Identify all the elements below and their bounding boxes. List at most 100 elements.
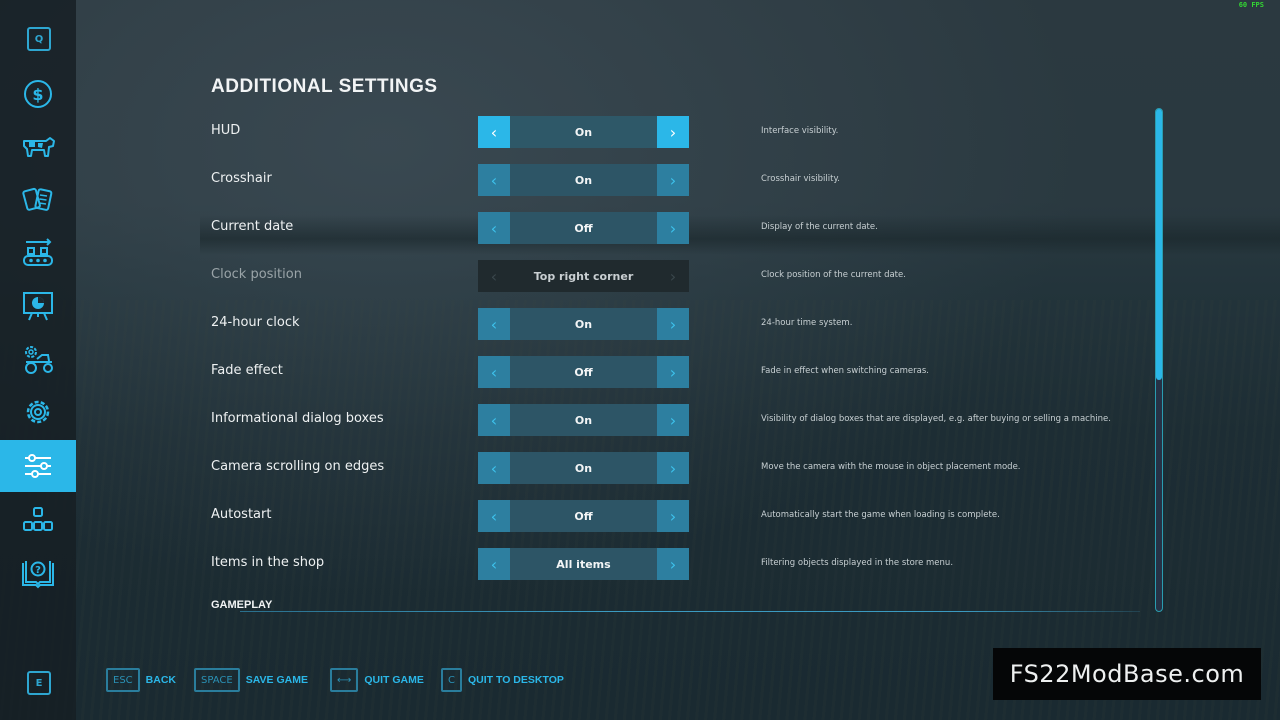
setting-row-current-date: Current date ‹ Off › Display of the current …	[211, 212, 1131, 244]
setting-value: Top right corner	[533, 269, 634, 283]
setting-row-fade-effect: Fade effect ‹ Off › Fade in effect when swit…	[211, 356, 1131, 388]
setting-description: Visibility of dialog boxes that are disp…	[761, 414, 1111, 424]
sidebar-item-production[interactable]	[0, 227, 76, 279]
scrollbar-thumb[interactable]	[1156, 109, 1162, 380]
setting-description: Crosshair visibility.	[761, 174, 840, 184]
chevron-left-icon[interactable]: ‹	[478, 308, 510, 340]
quit-game-label: QUIT GAME	[364, 674, 424, 686]
setting-value: Off	[574, 221, 593, 235]
chevron-right-icon[interactable]: ›	[657, 356, 689, 388]
setting-description: Fade in effect when switching cameras.	[761, 366, 929, 376]
save-game-label: SAVE GAME	[245, 674, 308, 686]
setting-label: Informational dialog boxes	[211, 411, 384, 426]
svg-text:?: ?	[35, 565, 41, 576]
setting-description: Filtering objects displayed in the store…	[761, 558, 954, 568]
chevron-right-icon[interactable]: ›	[657, 116, 689, 148]
chevron-left-icon[interactable]: ‹	[478, 548, 510, 580]
back-label: BACK	[145, 674, 176, 686]
chevron-left-icon[interactable]: ‹	[478, 116, 510, 148]
chevron-right-icon[interactable]: ›	[657, 500, 689, 532]
setting-description: Automatically start the game when loadin…	[761, 510, 1000, 520]
chevron-left-icon[interactable]: ‹	[478, 356, 510, 388]
setting-label: Crosshair	[211, 171, 272, 186]
production-icon	[23, 238, 53, 266]
space-key: SPACE	[194, 668, 240, 692]
setting-label: Autostart	[211, 507, 272, 522]
setting-selector[interactable]: ‹ Off ›	[478, 500, 689, 532]
setting-label: HUD	[211, 123, 241, 138]
esc-key: ESC	[106, 668, 140, 692]
setting-row-items-in-the-shop: Items in the shop ‹ All items › Filtering ob…	[211, 548, 1131, 580]
sidebar-item-finances[interactable]: $	[0, 68, 76, 120]
setting-selector[interactable]: ‹ All items ›	[478, 548, 689, 580]
sidebar-item-game-settings[interactable]	[0, 333, 76, 385]
chevron-right-icon[interactable]: ›	[657, 212, 689, 244]
sidebar-item-statistics[interactable]	[0, 280, 76, 332]
sidebar-item-additional-settings[interactable]	[0, 440, 76, 492]
sidebar-item-help[interactable]: ?	[0, 547, 76, 599]
quit-to-desktop-button[interactable]: C QUIT TO DESKTOP	[441, 668, 564, 692]
contracts-icon	[22, 187, 53, 211]
setting-value: Off	[574, 365, 593, 379]
setting-row-clock-position: Clock position ‹ Top right corner › Clock po…	[211, 260, 1131, 292]
help-book-icon: ?	[22, 561, 54, 589]
sidebar-item-contracts[interactable]	[0, 174, 76, 226]
prev-page-key[interactable]: Q	[27, 27, 51, 51]
setting-description: Interface visibility.	[761, 126, 839, 136]
setting-value: On	[510, 116, 657, 148]
chevron-left-icon[interactable]: ‹	[478, 404, 510, 436]
setting-label: Current date	[211, 219, 294, 234]
chevron-left-icon[interactable]: ‹	[478, 500, 510, 532]
backspace-key: ⟷	[330, 668, 359, 692]
setting-selector[interactable]: ‹ Off ›	[478, 212, 689, 244]
setting-value: On	[574, 413, 593, 427]
scrollbar[interactable]	[1155, 108, 1163, 612]
setting-value: All items	[556, 557, 611, 571]
chevron-right-icon[interactable]: ›	[657, 164, 689, 196]
save-game-button[interactable]: SPACE SAVE GAME	[194, 668, 308, 692]
chevron-left-icon[interactable]: ‹	[478, 164, 510, 196]
setting-selector[interactable]: ‹ Off ›	[478, 356, 689, 388]
setting-selector[interactable]: ‹ On ›	[478, 452, 689, 484]
setting-row-informational-dialog-boxes: Informational dialog boxes ‹ On › Visibility…	[211, 404, 1131, 436]
cow-icon	[23, 137, 55, 157]
setting-label: Camera scrolling on edges	[211, 459, 385, 474]
chevron-right-icon[interactable]: ›	[657, 308, 689, 340]
section-header-gameplay: GAMEPLAY	[211, 599, 273, 611]
sidebar-item-controls[interactable]	[0, 494, 76, 546]
chevron-right-icon[interactable]: ›	[657, 548, 689, 580]
chevron-right-icon[interactable]: ›	[657, 404, 689, 436]
dollar-icon: $	[24, 80, 52, 108]
setting-value: On	[574, 461, 593, 475]
chevron-right-icon: ›	[657, 260, 689, 292]
quit-to-desktop-label: QUIT TO DESKTOP	[467, 674, 564, 686]
sidebar-item-animals[interactable]	[0, 121, 76, 173]
sliders-icon	[25, 454, 51, 478]
back-button[interactable]: ESC BACK	[106, 668, 176, 692]
setting-selector[interactable]: ‹ On ›	[478, 164, 689, 196]
setting-label: Items in the shop	[211, 555, 325, 570]
setting-selector[interactable]: ‹ On ›	[478, 404, 689, 436]
gear-icon	[26, 400, 50, 424]
quit-game-button[interactable]: ⟷ QUIT GAME	[330, 668, 424, 692]
c-key: C	[441, 668, 462, 692]
section-divider	[240, 611, 1140, 612]
setting-description: Move the camera with the mouse in object…	[761, 462, 1021, 472]
chevron-left-icon[interactable]: ‹	[478, 452, 510, 484]
setting-description: Clock position of the current date.	[761, 270, 906, 280]
sidebar-item-general-settings[interactable]	[0, 386, 76, 438]
vehicle-settings-icon	[25, 346, 53, 374]
next-page-key[interactable]: E	[27, 671, 51, 695]
setting-selector[interactable]: ‹ On ›	[478, 308, 689, 340]
setting-row-24-hour-clock: 24-hour clock ‹ On › 24-hour time system.	[211, 308, 1131, 340]
setting-value: On	[574, 173, 593, 187]
setting-selector: ‹ Top right corner ›	[478, 260, 689, 292]
setting-selector[interactable]: ‹ On ›	[478, 116, 689, 148]
chevron-right-icon[interactable]: ›	[657, 452, 689, 484]
setting-label: Clock position	[211, 267, 302, 282]
watermark: FS22ModBase.com	[993, 648, 1261, 700]
setting-row-autostart: Autostart ‹ Off › Automatically start the ga…	[211, 500, 1131, 532]
page-title: ADDITIONAL SETTINGS	[211, 76, 438, 97]
statistics-icon	[23, 292, 53, 321]
chevron-left-icon[interactable]: ‹	[478, 212, 510, 244]
